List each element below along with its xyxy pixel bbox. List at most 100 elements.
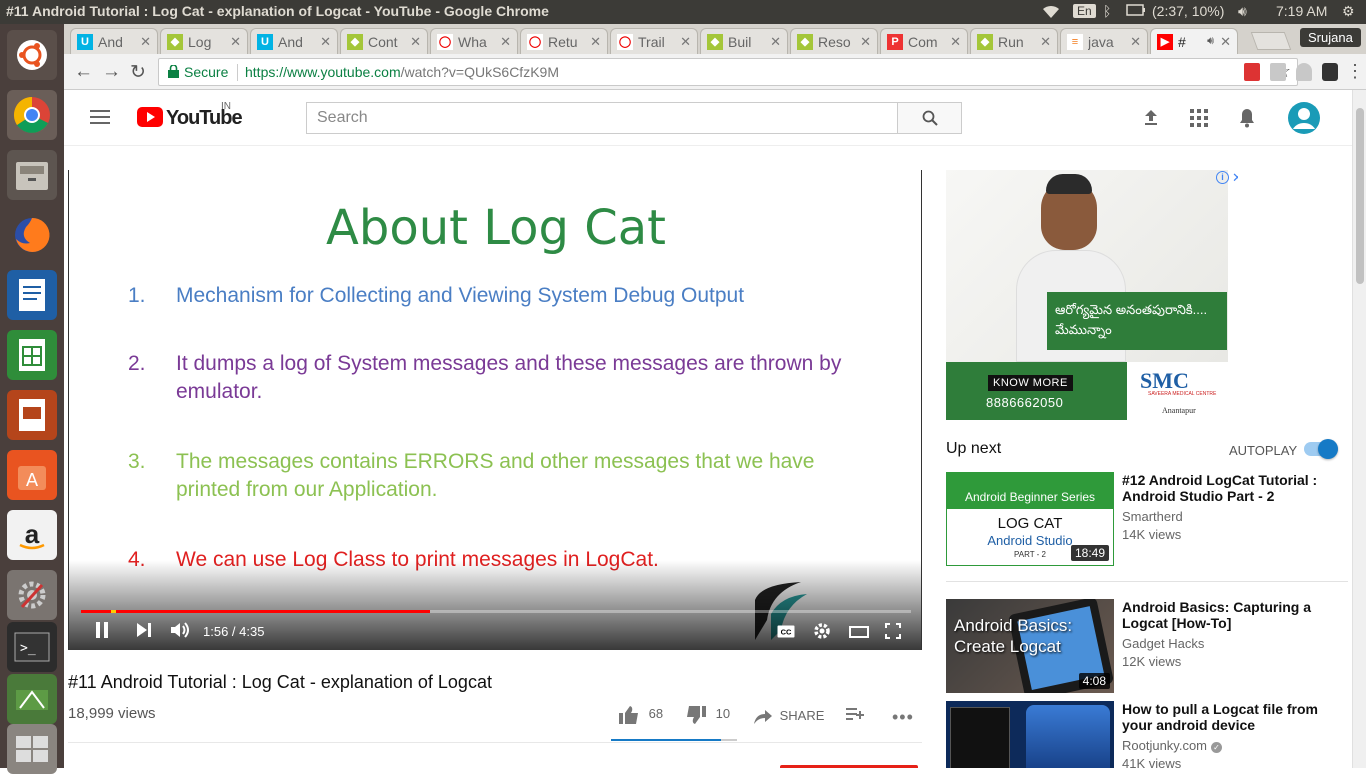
chrome-icon[interactable] (7, 90, 57, 140)
firefox-icon[interactable] (7, 210, 57, 260)
terminal-icon[interactable]: >_ (7, 622, 57, 672)
browser-tab[interactable]: ≡ java ✕ (1060, 28, 1148, 54)
tab-close-icon[interactable]: ✕ (320, 34, 331, 50)
autoplay-toggle[interactable] (1304, 439, 1338, 459)
video-title[interactable]: How to pull a Logcat file from your andr… (1122, 701, 1322, 733)
tab-close-icon[interactable]: ✕ (680, 34, 691, 50)
ad-know-more-button[interactable]: KNOW MORE (988, 375, 1073, 391)
pause-icon[interactable] (95, 622, 109, 643)
recommended-video[interactable]: How to pull a Logcat file from your andr… (946, 701, 1346, 768)
tab-close-icon[interactable]: ✕ (1040, 34, 1051, 50)
youtube-logo[interactable]: YouTube IN (137, 101, 247, 131)
tab-close-icon[interactable]: ✕ (140, 34, 151, 50)
browser-tab[interactable]: ◆ Log ✕ (160, 28, 248, 54)
browser-tab[interactable]: ▶ # 🔊︎ ✕ (1150, 28, 1238, 54)
back-arrow-icon[interactable]: ← (74, 61, 93, 83)
recommended-video[interactable]: Android Basics: Create Logcat 4:08 Android… (946, 599, 1346, 695)
like-button[interactable]: 68 (619, 706, 663, 724)
browser-tab[interactable]: ◯ Wha ✕ (430, 28, 518, 54)
browser-tab[interactable]: ◆ Run ✕ (970, 28, 1058, 54)
browser-tab[interactable]: P Com ✕ (880, 28, 968, 54)
apps-grid-icon[interactable] (1190, 109, 1208, 132)
tab-close-icon[interactable]: ✕ (1130, 34, 1141, 50)
tab-close-icon[interactable]: ✕ (860, 34, 871, 50)
ad-info-icon[interactable]: i (1216, 171, 1229, 184)
impress-icon[interactable] (7, 390, 57, 440)
browser-tab[interactable]: ◯ Retu ✕ (520, 28, 608, 54)
ubuntu-dash-icon[interactable] (7, 30, 57, 80)
tab-close-icon[interactable]: ✕ (1220, 34, 1231, 50)
tab-close-icon[interactable]: ✕ (230, 34, 241, 50)
tab-audio-icon[interactable]: 🔊︎ (1207, 35, 1214, 48)
tab-close-icon[interactable]: ✕ (950, 34, 961, 50)
battery-icon[interactable] (1126, 3, 1146, 19)
youtube-favicon-icon: ▶ (1157, 33, 1173, 50)
video-thumbnail[interactable]: Android Beginner Series LOG CAT Android St… (946, 472, 1114, 566)
hamburger-menu-icon[interactable] (90, 109, 110, 130)
scrollbar-thumb[interactable] (1356, 108, 1364, 284)
recommended-video[interactable]: Android Beginner Series LOG CAT Android St… (946, 472, 1346, 568)
browser-tab[interactable]: ◆ Buil ✕ (700, 28, 788, 54)
workspace-switcher-icon[interactable] (7, 724, 57, 774)
notifications-bell-icon[interactable] (1238, 108, 1256, 133)
settings-gear-icon[interactable] (813, 622, 831, 645)
add-to-playlist-icon[interactable] (846, 707, 864, 724)
browser-tab[interactable]: ◆ Cont ✕ (340, 28, 428, 54)
channel-name[interactable]: Rootjunky.com ✓ (1122, 738, 1223, 753)
profile-name[interactable]: Srujana (1300, 28, 1361, 47)
next-video-icon[interactable] (137, 623, 151, 642)
channel-name[interactable]: Smartherd (1122, 509, 1183, 524)
browser-tab[interactable]: U And ✕ (70, 28, 158, 54)
amazon-icon[interactable]: a (7, 510, 57, 560)
clock[interactable]: 7:19 AM (1276, 3, 1327, 19)
ad-close-icon[interactable]: ✕ (1232, 170, 1238, 186)
progress-bar[interactable] (81, 610, 911, 613)
extension-icon[interactable] (1244, 63, 1260, 81)
software-center-icon[interactable]: A (7, 450, 57, 500)
volume-icon[interactable] (171, 622, 191, 643)
address-bar[interactable]: Secure https://www.youtube.com/watch?v=Q… (158, 58, 1298, 86)
browser-tab[interactable]: ◯ Trail ✕ (610, 28, 698, 54)
share-button[interactable]: SHARE (754, 708, 824, 724)
system-settings-icon[interactable] (7, 570, 57, 620)
search-button[interactable] (897, 102, 962, 134)
android-extension-icon[interactable] (1296, 63, 1312, 81)
upload-icon[interactable] (1142, 108, 1160, 131)
avatar[interactable] (1288, 102, 1320, 139)
new-tab-button[interactable] (1250, 32, 1292, 50)
dislike-button[interactable]: 10 (686, 706, 730, 724)
channel-name[interactable]: Gadget Hacks (1122, 636, 1204, 651)
chrome-menu-icon[interactable]: ⋮ (1346, 61, 1364, 82)
fullscreen-icon[interactable] (885, 623, 901, 644)
volume-icon[interactable]: 🔊︎ (1238, 3, 1247, 20)
theater-mode-icon[interactable] (849, 625, 869, 643)
more-actions-icon[interactable]: ••• (892, 707, 914, 728)
tab-close-icon[interactable]: ✕ (590, 34, 601, 50)
bluetooth-icon[interactable]: ᛒ (1103, 3, 1111, 19)
files-icon[interactable] (7, 150, 57, 200)
keyboard-language[interactable]: En (1073, 4, 1096, 18)
browser-tab[interactable]: U And ✕ (250, 28, 338, 54)
forward-arrow-icon[interactable]: → (102, 61, 121, 83)
reload-icon[interactable]: ↻ (130, 61, 146, 84)
video-title[interactable]: #12 Android LogCat Tutorial : Android St… (1122, 472, 1322, 504)
browser-tab[interactable]: ◆ Reso ✕ (790, 28, 878, 54)
calc-icon[interactable] (7, 330, 57, 380)
extension-icon[interactable] (1270, 63, 1286, 81)
captions-icon[interactable]: CC (777, 625, 795, 643)
tab-close-icon[interactable]: ✕ (770, 34, 781, 50)
video-title[interactable]: Android Basics: Capturing a Logcat [How-… (1122, 599, 1322, 631)
video-thumbnail[interactable]: Android Basics: Create Logcat 4:08 (946, 599, 1114, 693)
android-studio-icon[interactable] (7, 674, 57, 724)
wifi-icon[interactable] (1041, 3, 1061, 22)
tab-close-icon[interactable]: ✕ (410, 34, 421, 50)
search-input[interactable]: Search (306, 102, 898, 134)
video-thumbnail[interactable] (946, 701, 1114, 768)
power-gear-icon[interactable]: ⚙ (1342, 3, 1355, 20)
writer-icon[interactable] (7, 270, 57, 320)
page-scrollbar[interactable] (1352, 90, 1366, 768)
tab-close-icon[interactable]: ✕ (500, 34, 511, 50)
video-player[interactable]: About Log Cat 1. Mechanism for Collecting… (68, 170, 922, 650)
sidebar-ad[interactable]: i ✕ ఆరోగ్యమైన అనంతపురానికి.... మేమున్నాం… (946, 170, 1238, 420)
incognito-extension-icon[interactable] (1322, 63, 1338, 81)
